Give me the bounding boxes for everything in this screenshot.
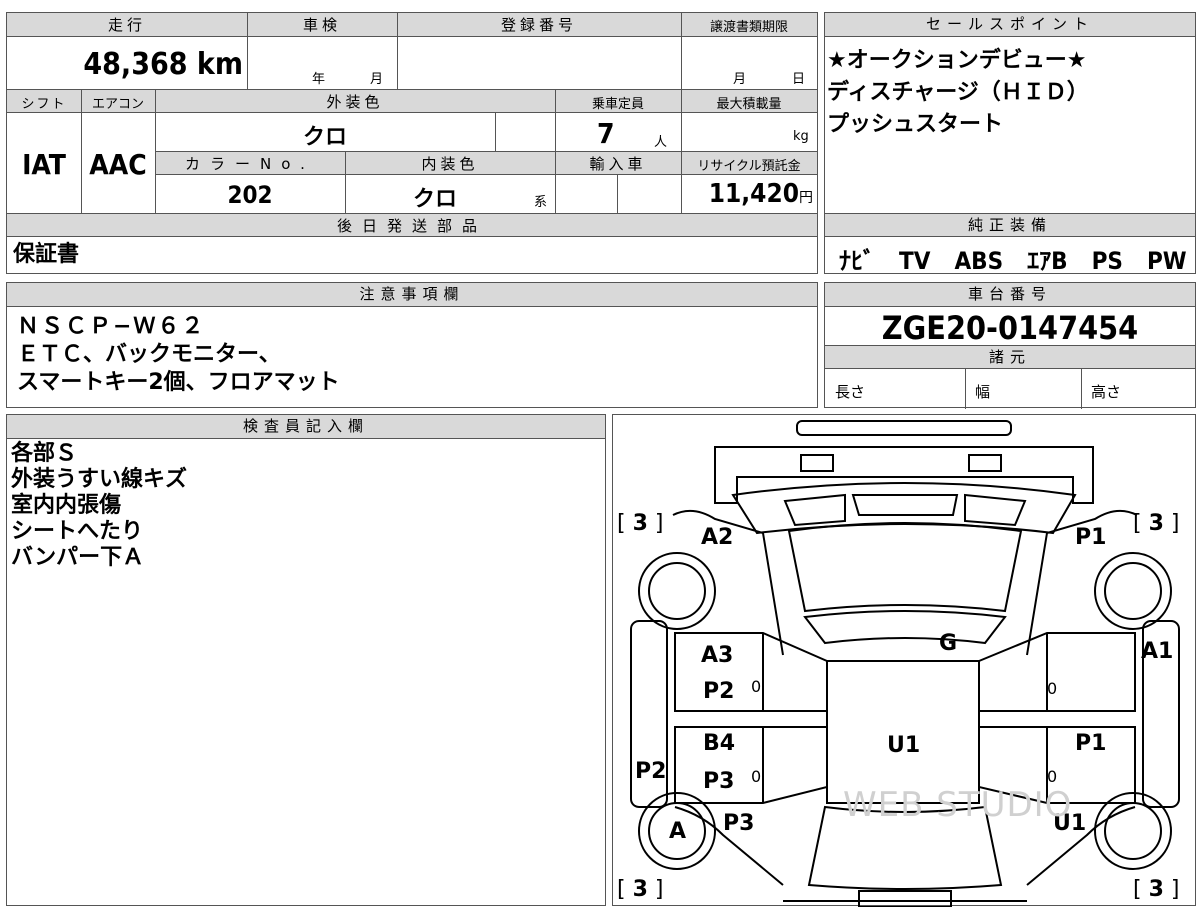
chassis-number: ZGE20-0147454 [881, 309, 1139, 347]
color-no-value: 202 [227, 181, 273, 209]
inspection-label: 車検 [302, 16, 341, 34]
sales-point-block: セールスポイント ★オークションデビュー★ ディスチャージ（ＨＩＤ） プッシュス… [824, 12, 1196, 275]
inspector-header: 検査員記入欄 [7, 415, 605, 439]
exterior-color-label: 外装色 [326, 93, 384, 111]
damage-mark-a2: A2 [701, 525, 734, 550]
tire-tread-rear-left: [ 3 ] [617, 877, 664, 902]
max-load-label: 最大積載量 [716, 97, 782, 112]
exterior-color-value: クロ [302, 125, 347, 150]
damage-mark-a3: A3 [701, 643, 734, 668]
later-parts-value: 保証書 [13, 242, 80, 267]
door-zero-left-rear: 0 [751, 767, 762, 786]
inspection-year: 年 [312, 72, 326, 87]
recycle-deposit-label: リサイクル預託金 [697, 159, 801, 174]
inspector-line-2: 外装うすい線キズ [11, 467, 188, 492]
chassis-block: 車台番号 ZGE20-0147454 諸元 長さ 幅 高さ [824, 282, 1196, 409]
damage-mark-p1-front: P1 [1075, 525, 1107, 550]
interior-color-value: クロ [412, 187, 457, 212]
mileage-label: 走行 [107, 16, 146, 34]
transfer-month: 月 [733, 72, 747, 87]
notes-header: 注意事項欄 [7, 283, 817, 307]
capacity-label: 乗車定員 [591, 97, 644, 112]
inspector-block: 検査員記入欄 各部Ｓ 外装うすい線キズ 室内内張傷 シートへたり バンパー下Ａ [6, 414, 606, 906]
car-damage-diagram: [ 3 ] [ 3 ] [ 3 ] [ 3 ] A2 P1 G A1 A3 P2… [612, 414, 1196, 907]
capacity-unit: 人 [654, 135, 668, 150]
damage-mark-b4: B4 [703, 731, 736, 756]
door-zero-right-rear: 0 [1047, 767, 1058, 786]
damage-mark-p1-right-door: P1 [1075, 731, 1107, 756]
spec-header: 諸元 [825, 346, 1195, 369]
damage-mark-p3-left-door: P3 [703, 769, 735, 794]
inspector-line-5: バンパー下Ａ [11, 545, 145, 570]
interior-color-label: 内装色 [421, 155, 479, 173]
damage-mark-p2-left-side: P2 [635, 759, 667, 784]
notes-block: 注意事項欄 ＮＳＣＰ−Ｗ６２ ＥＴＣ、バックモニター、 スマートキー2個、フロア… [6, 282, 818, 408]
sales-point-line-2: ディスチャージ（ＨＩＤ） [827, 80, 1089, 105]
damage-mark-a-wheel: A [669, 819, 687, 844]
damage-mark-a1: A1 [1141, 639, 1174, 664]
height-label: 高さ [1091, 383, 1122, 401]
damage-mark-g: G [939, 631, 958, 656]
mileage-value: 48,368 km [83, 47, 243, 82]
interior-color-suffix: 系 [534, 195, 548, 210]
door-zero-right-front: 0 [1047, 679, 1058, 698]
length-label: 長さ [835, 383, 866, 401]
tire-tread-front-left: [ 3 ] [617, 511, 664, 536]
notes-line-3: スマートキー2個、フロアマット [17, 370, 340, 395]
damage-mark-p3-rear-left: P3 [723, 811, 755, 836]
notes-line-2: ＥＴＣ、バックモニター、 [17, 342, 281, 367]
inspector-line-4: シートへたり [11, 519, 144, 544]
registration-label: 登録番号 [500, 16, 577, 34]
max-load-unit: kg [793, 129, 809, 144]
inspector-line-1: 各部Ｓ [11, 441, 78, 466]
later-parts-label: 後日発送部品 [336, 217, 487, 235]
import-label: 輸入車 [589, 155, 647, 173]
color-no-label: カラーNo. [185, 155, 315, 173]
recycle-deposit-value: 11,420円 [708, 179, 813, 209]
damage-mark-u1-center: U1 [887, 733, 921, 758]
ac-label: エアコン [91, 97, 144, 112]
tire-tread-front-right: [ 3 ] [1133, 511, 1180, 536]
transfer-deadline-label: 譲渡書類期限 [709, 20, 788, 35]
ac-value: AAC [89, 148, 147, 181]
width-label: 幅 [975, 383, 991, 401]
notes-line-1: ＮＳＣＰ−Ｗ６２ [17, 314, 206, 339]
door-zero-left-front: 0 [751, 677, 762, 696]
equipment-value: ﾅﾋﾞ TV ABS ｴｱB PS PW [839, 247, 1187, 275]
vehicle-info-block: 走行 車検 登録番号 譲渡書類期限 48,368 km 年 月 月 日 シフト … [6, 12, 818, 274]
chassis-header: 車台番号 [825, 283, 1195, 307]
tire-tread-rear-right: [ 3 ] [1133, 877, 1180, 902]
sales-point-line-1: ★オークションデビュー★ [827, 48, 1087, 73]
capacity-value: 7 [597, 117, 615, 150]
sales-point-header: セールスポイント [825, 13, 1195, 37]
shift-value: IAT [22, 148, 66, 181]
damage-mark-p2-left-door: P2 [703, 679, 735, 704]
inspector-line-3: 室内内張傷 [11, 493, 122, 518]
equipment-header: 純正装備 [825, 214, 1195, 237]
transfer-day: 日 [792, 72, 806, 87]
sales-point-line-3: プッシュスタート [827, 112, 1004, 137]
watermark: WEB STUDIO [843, 785, 1073, 825]
shift-label: シフト [21, 97, 67, 112]
inspection-month: 月 [370, 72, 384, 87]
